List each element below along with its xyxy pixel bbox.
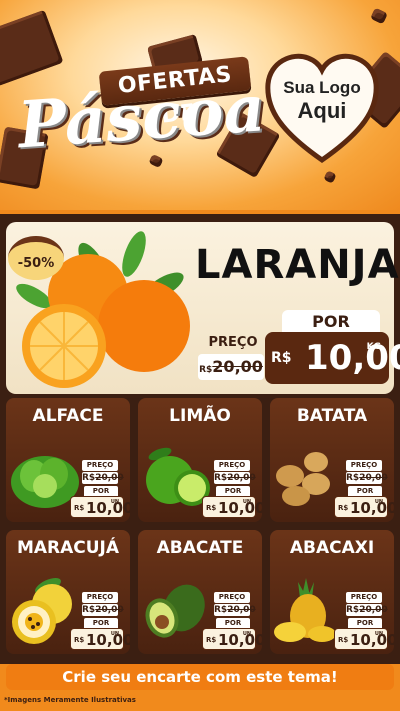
featured-product-name: LARANJA [195,242,400,288]
featured-new-price: R$ 10,00 KG [265,332,400,384]
old-price: R$20,00 [82,472,124,484]
discount-badge: -50% [8,236,64,280]
preco-label: PREÇO [82,460,118,471]
chocolate-crumb-icon [323,170,337,184]
unit-label: KG [366,342,381,352]
new-price: R$ 10,00 UN. [334,628,394,650]
new-price-value: 10,00 [305,338,400,378]
logo-line2: Aqui [297,98,347,123]
product-name: BATATA [296,406,368,426]
new-price: R$ 10,00 UN. [202,496,262,518]
pascoa-title: Páscoa [15,71,268,164]
new-currency: R$ [271,350,292,366]
old-price: R$20,00 [214,604,256,616]
disclaimer-text: *Imagens Meramente Ilustrativas [4,696,136,704]
preco-label: PREÇO [346,592,382,603]
new-price: R$ 10,00 UN. [70,628,130,650]
cta-banner[interactable]: Crie seu encarte com este tema! [6,664,394,690]
old-price-value: 20,00 [212,357,263,376]
logo-line1: Sua Logo [283,78,361,97]
product-card-abacate[interactable]: ABACATE PREÇO R$20,00 POR R$ 10,00 UN. [138,530,262,654]
old-price: R$20,00 [214,472,256,484]
product-card-alface[interactable]: ALFACE PREÇO R$20,00 POR R$ 10,00 UN. [6,398,130,522]
featured-por-label: POR [282,310,380,334]
old-price: R$20,00 [346,472,388,484]
product-name: ALFACE [32,406,104,426]
preco-label: PREÇO [346,460,382,471]
product-name: LIMÃO [169,406,231,426]
product-card-limao[interactable]: LIMÃO PREÇO R$20,00 POR R$ 10,00 UN. [138,398,262,522]
preco-label: PREÇO [214,460,250,471]
chocolate-crumb-icon [370,7,388,25]
old-price: R$20,00 [346,604,388,616]
product-name: ABACAXI [289,538,375,558]
new-price: R$ 10,00 UN. [70,496,130,518]
avocado-icon [145,584,205,638]
preco-label: PREÇO [214,592,250,603]
old-currency: R$ [199,365,213,375]
product-card-batata[interactable]: BATATA PREÇO R$20,00 POR R$ 10,00 UN. [270,398,394,522]
featured-preco-label: PREÇO [208,335,258,350]
new-price: R$ 10,00 UN. [334,496,394,518]
product-card-maracuja[interactable]: MARACUJÁ PREÇO R$20,00 POR R$ 10,00 UN. [6,530,130,654]
product-card-abacaxi[interactable]: ABACAXI PREÇO R$20,00 POR R$ 10,00 UN. [270,530,394,654]
featured-old-price: R$20,00 [198,354,264,380]
chocolate-piece-icon [0,9,64,87]
preco-label: PREÇO [82,592,118,603]
product-name: ABACATE [156,538,244,558]
header-banner: OFERTAS DE Páscoa Sua Logo Aqui [0,0,400,210]
passion-fruit-icon [12,577,72,644]
logo-placeholder[interactable]: Sua Logo Aqui [268,78,376,124]
old-price: R$20,00 [82,604,124,616]
potato-icon [276,452,330,506]
pineapple-icon [274,578,336,642]
product-name: MARACUJÁ [16,538,120,558]
new-price: R$ 10,00 UN. [202,628,262,650]
